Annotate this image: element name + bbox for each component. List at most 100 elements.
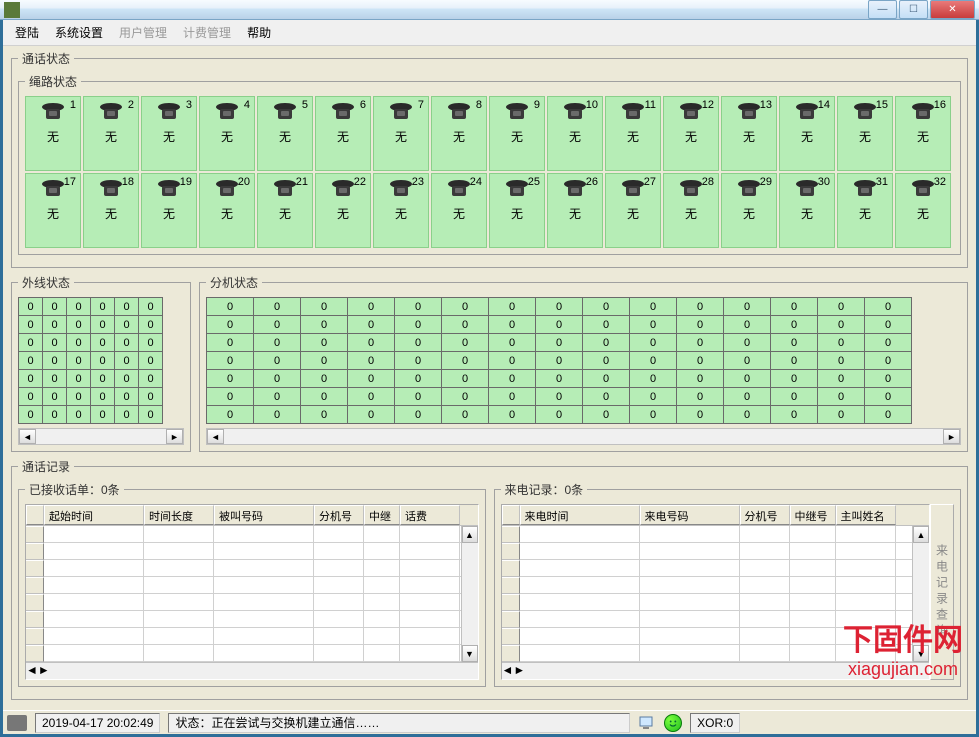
status-cell[interactable]: 0 bbox=[254, 406, 301, 424]
scroll-down-icon[interactable]: ▼ bbox=[462, 645, 478, 662]
status-cell[interactable]: 0 bbox=[536, 370, 583, 388]
status-cell[interactable]: 0 bbox=[724, 316, 771, 334]
status-cell[interactable]: 0 bbox=[771, 298, 818, 316]
status-cell[interactable]: 0 bbox=[724, 370, 771, 388]
status-cell[interactable]: 0 bbox=[771, 352, 818, 370]
status-cell[interactable]: 0 bbox=[139, 334, 163, 352]
scroll-left-icon[interactable]: ◄ bbox=[19, 429, 36, 444]
column-header[interactable]: 起始时间 bbox=[44, 505, 144, 525]
received-hscroll[interactable]: ◄ ► bbox=[26, 662, 478, 679]
status-cell[interactable]: 0 bbox=[115, 334, 139, 352]
line-cell-9[interactable]: 9无 bbox=[489, 96, 545, 171]
status-cell[interactable]: 0 bbox=[91, 334, 115, 352]
status-cell[interactable]: 0 bbox=[818, 298, 865, 316]
menu-login[interactable]: 登陆 bbox=[7, 22, 47, 43]
line-cell-17[interactable]: 17无 bbox=[25, 173, 81, 248]
status-cell[interactable]: 0 bbox=[91, 352, 115, 370]
status-cell[interactable]: 0 bbox=[771, 370, 818, 388]
status-cell[interactable]: 0 bbox=[395, 352, 442, 370]
status-cell[interactable]: 0 bbox=[489, 388, 536, 406]
status-cell[interactable]: 0 bbox=[139, 352, 163, 370]
status-cell[interactable]: 0 bbox=[630, 352, 677, 370]
status-cell[interactable]: 0 bbox=[536, 298, 583, 316]
status-cell[interactable]: 0 bbox=[865, 406, 912, 424]
status-cell[interactable]: 0 bbox=[301, 298, 348, 316]
status-cell[interactable]: 0 bbox=[348, 388, 395, 406]
status-cell[interactable]: 0 bbox=[301, 406, 348, 424]
status-cell[interactable]: 0 bbox=[348, 406, 395, 424]
status-cell[interactable]: 0 bbox=[677, 334, 724, 352]
status-cell[interactable]: 0 bbox=[489, 406, 536, 424]
status-cell[interactable]: 0 bbox=[207, 388, 254, 406]
line-cell-16[interactable]: 16无 bbox=[895, 96, 951, 171]
status-cell[interactable]: 0 bbox=[395, 298, 442, 316]
status-cell[interactable]: 0 bbox=[19, 406, 43, 424]
menu-billing[interactable]: 计费管理 bbox=[175, 22, 239, 43]
status-cell[interactable]: 0 bbox=[67, 370, 91, 388]
status-cell[interactable]: 0 bbox=[536, 406, 583, 424]
maximize-button[interactable]: ☐ bbox=[899, 0, 928, 19]
status-cell[interactable]: 0 bbox=[489, 298, 536, 316]
table-row[interactable] bbox=[502, 526, 913, 543]
ext-hscroll[interactable]: ◄ ► bbox=[206, 428, 961, 445]
table-row[interactable] bbox=[26, 594, 461, 611]
status-cell[interactable]: 0 bbox=[818, 406, 865, 424]
status-cell[interactable]: 0 bbox=[19, 298, 43, 316]
status-cell[interactable]: 0 bbox=[254, 388, 301, 406]
line-cell-8[interactable]: 8无 bbox=[431, 96, 487, 171]
status-cell[interactable]: 0 bbox=[91, 406, 115, 424]
table-row[interactable] bbox=[26, 611, 461, 628]
status-cell[interactable]: 0 bbox=[207, 352, 254, 370]
incoming-vscroll[interactable]: ▲ ▼ bbox=[912, 526, 929, 662]
status-cell[interactable]: 0 bbox=[771, 334, 818, 352]
table-row[interactable] bbox=[502, 611, 913, 628]
status-cell[interactable]: 0 bbox=[67, 388, 91, 406]
line-cell-27[interactable]: 27无 bbox=[605, 173, 661, 248]
status-cell[interactable]: 0 bbox=[254, 316, 301, 334]
status-cell[interactable]: 0 bbox=[536, 352, 583, 370]
table-row[interactable] bbox=[26, 560, 461, 577]
column-header[interactable]: 来电号码 bbox=[640, 505, 740, 525]
line-cell-18[interactable]: 18无 bbox=[83, 173, 139, 248]
status-cell[interactable]: 0 bbox=[865, 298, 912, 316]
status-cell[interactable]: 0 bbox=[115, 352, 139, 370]
status-cell[interactable]: 0 bbox=[43, 334, 67, 352]
status-cell[interactable]: 0 bbox=[67, 352, 91, 370]
status-cell[interactable]: 0 bbox=[489, 352, 536, 370]
status-cell[interactable]: 0 bbox=[395, 406, 442, 424]
outer-hscroll[interactable]: ◄ ► bbox=[18, 428, 184, 445]
status-cell[interactable]: 0 bbox=[139, 388, 163, 406]
status-cell[interactable]: 0 bbox=[207, 406, 254, 424]
minimize-button[interactable]: — bbox=[868, 0, 897, 19]
column-header[interactable]: 中继号 bbox=[790, 505, 836, 525]
status-cell[interactable]: 0 bbox=[865, 316, 912, 334]
status-cell[interactable]: 0 bbox=[536, 316, 583, 334]
menu-user[interactable]: 用户管理 bbox=[111, 22, 175, 43]
scroll-down-icon[interactable]: ▼ bbox=[913, 645, 929, 662]
scroll-right-icon[interactable]: ► bbox=[38, 663, 50, 679]
received-vscroll[interactable]: ▲ ▼ bbox=[461, 526, 478, 662]
status-cell[interactable]: 0 bbox=[207, 298, 254, 316]
status-cell[interactable]: 0 bbox=[91, 298, 115, 316]
status-cell[interactable]: 0 bbox=[865, 334, 912, 352]
status-cell[interactable]: 0 bbox=[301, 334, 348, 352]
status-cell[interactable]: 0 bbox=[254, 334, 301, 352]
line-cell-20[interactable]: 20无 bbox=[199, 173, 255, 248]
table-row[interactable] bbox=[502, 594, 913, 611]
status-cell[interactable]: 0 bbox=[207, 316, 254, 334]
table-row[interactable] bbox=[26, 543, 461, 560]
status-cell[interactable]: 0 bbox=[630, 370, 677, 388]
table-row[interactable] bbox=[502, 628, 913, 645]
status-cell[interactable]: 0 bbox=[583, 352, 630, 370]
status-cell[interactable]: 0 bbox=[677, 352, 724, 370]
table-row[interactable] bbox=[502, 577, 913, 594]
status-cell[interactable]: 0 bbox=[442, 334, 489, 352]
status-cell[interactable]: 0 bbox=[301, 316, 348, 334]
status-cell[interactable]: 0 bbox=[19, 388, 43, 406]
scroll-right-icon[interactable]: ► bbox=[943, 429, 960, 444]
status-cell[interactable]: 0 bbox=[583, 334, 630, 352]
status-cell[interactable]: 0 bbox=[43, 388, 67, 406]
line-cell-5[interactable]: 5无 bbox=[257, 96, 313, 171]
status-cell[interactable]: 0 bbox=[583, 388, 630, 406]
status-cell[interactable]: 0 bbox=[818, 316, 865, 334]
